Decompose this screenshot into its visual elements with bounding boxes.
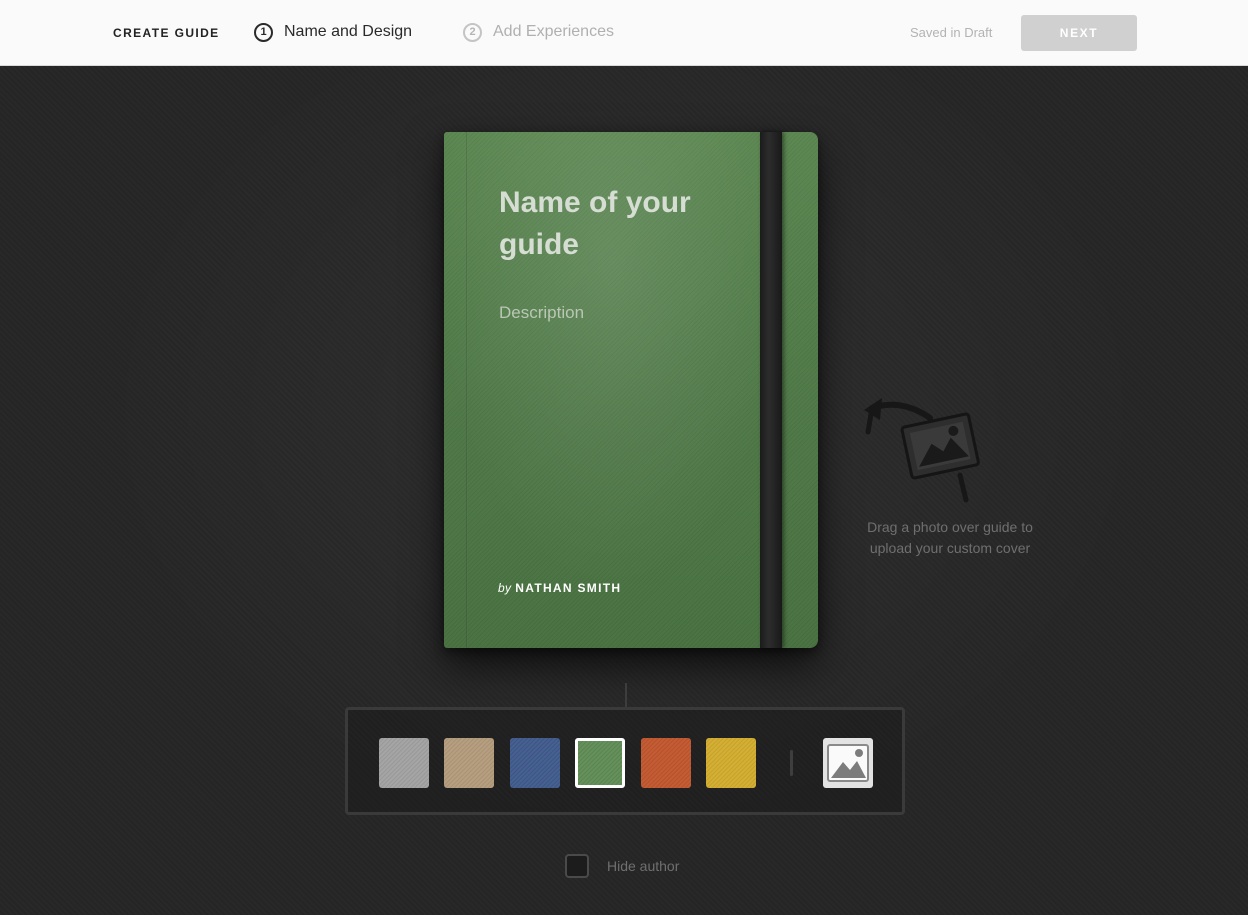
step-number-2: 2 (463, 22, 482, 42)
swatch-divider (790, 750, 793, 776)
swatch-green[interactable] (575, 738, 625, 788)
next-button[interactable]: NEXT (1021, 15, 1137, 51)
swatch-tan[interactable] (444, 738, 494, 788)
step-label-add-experiences: Add Experiences (493, 23, 614, 40)
author-name: NATHAN SMITH (515, 581, 622, 595)
custom-photo-button[interactable] (823, 738, 873, 788)
hide-author-checkbox[interactable] (565, 854, 589, 878)
author-by-label: by (498, 581, 512, 595)
drag-photo-hint: Drag a photo over guide to upload your c… (867, 519, 1033, 556)
step-name-and-design[interactable]: 1 Name and Design (254, 20, 412, 44)
step-number-1: 1 (254, 22, 273, 42)
cover-color-picker (345, 707, 905, 815)
save-status: Saved in Draft (910, 25, 993, 40)
cover-spine-crease (466, 132, 468, 648)
swatch-orange[interactable] (641, 738, 691, 788)
top-bar: CREATE GUIDE 1 Name and Design 2 Add Exp… (0, 0, 1248, 66)
step-label-name-and-design: Name and Design (284, 23, 413, 40)
guide-author: by NATHAN SMITH (498, 581, 621, 595)
page-title: CREATE GUIDE (113, 26, 220, 40)
swatch-blue[interactable] (510, 738, 560, 788)
guide-title-field[interactable]: Name of your guide (499, 182, 749, 266)
swatch-yellow[interactable] (706, 738, 756, 788)
hide-author-label: Hide author (607, 858, 680, 874)
step-add-experiences[interactable]: 2 Add Experiences (463, 20, 614, 44)
guide-cover[interactable]: Name of your guide Description by NATHAN … (444, 132, 818, 648)
hide-author-toggle[interactable]: Hide author (565, 854, 679, 878)
drag-photo-icon (860, 390, 990, 505)
swatch-connector (625, 683, 627, 707)
guide-description-field[interactable]: Description (499, 303, 584, 323)
cover-elastic-band (760, 132, 782, 648)
swatch-gray[interactable] (379, 738, 429, 788)
image-icon (827, 744, 869, 782)
